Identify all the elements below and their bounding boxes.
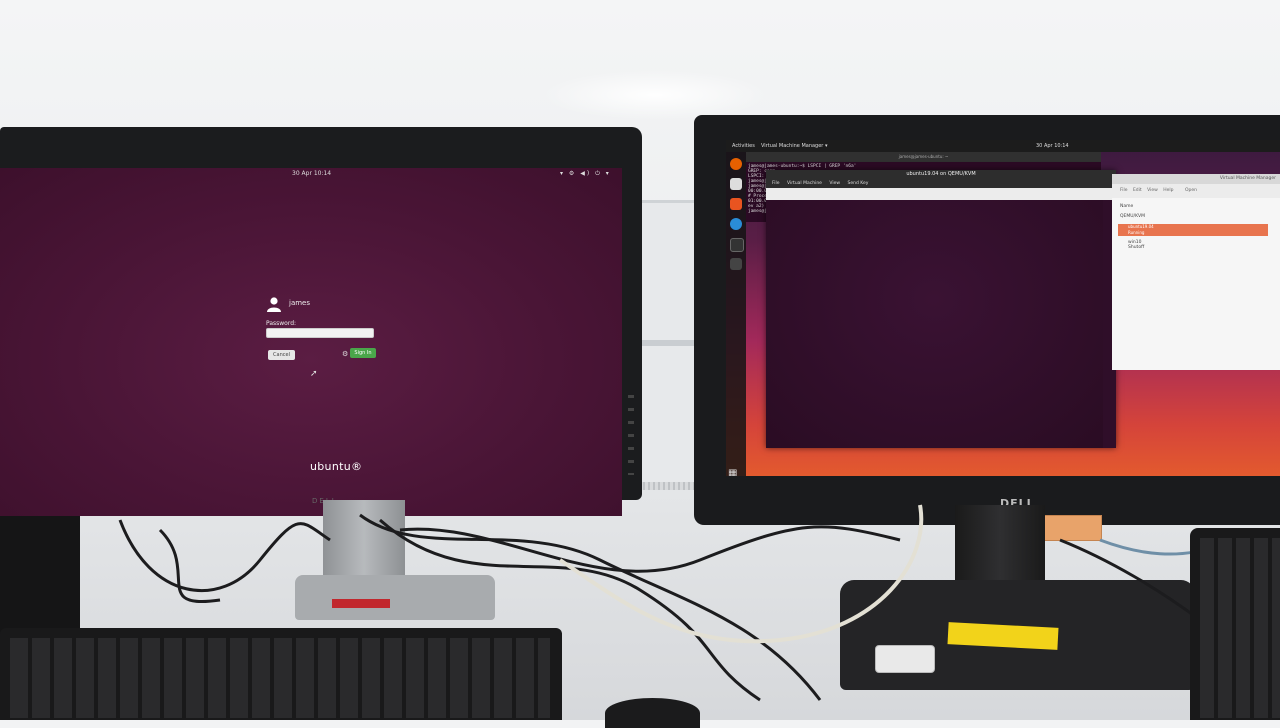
vm-toolbar[interactable]	[766, 188, 1116, 200]
manager-menu-view[interactable]: View	[1147, 188, 1158, 193]
help-icon[interactable]	[730, 218, 742, 230]
left-monitor-buttons[interactable]	[628, 395, 634, 475]
vm-menu-send-key[interactable]: Send Key	[848, 181, 869, 186]
pc-tower	[0, 500, 80, 640]
column-name-header[interactable]: Name	[1120, 204, 1133, 209]
manager-menu-help[interactable]: Help	[1163, 188, 1173, 193]
vm-menubar: File Virtual Machine View Send Key	[766, 179, 1116, 188]
left-keyboard[interactable]	[0, 628, 562, 720]
keyboard-keys[interactable]	[1200, 538, 1280, 718]
activities-button[interactable]: Activities	[732, 140, 755, 152]
user-icon	[267, 297, 281, 312]
show-apps-icon[interactable]: ▦	[728, 468, 737, 476]
right-keyboard[interactable]	[1190, 528, 1280, 720]
manager-menu-edit[interactable]: Edit	[1133, 188, 1142, 193]
files-icon[interactable]	[730, 178, 742, 190]
system-tray[interactable]: ▾ ⚙ ◀) ⏻ ▾	[560, 168, 611, 180]
mouse-cursor-icon: ➚	[310, 369, 318, 379]
red-sticker	[332, 599, 390, 608]
right-clock[interactable]: 30 Apr 10:14	[1036, 140, 1069, 152]
terminal-icon[interactable]	[730, 238, 744, 252]
vm-display[interactable]	[766, 200, 1103, 448]
session-gear-icon[interactable]: ⚙	[342, 350, 348, 358]
mouse[interactable]	[605, 698, 700, 728]
login-username: james	[289, 299, 311, 307]
vm-menu-file[interactable]: File	[772, 181, 780, 186]
password-label: Password:	[266, 320, 297, 327]
dock: ▦	[726, 152, 746, 476]
ubuntu-logo: ubuntu®	[310, 460, 363, 473]
virt-manager-window[interactable]: Virtual Machine Manager File Edit View H…	[1112, 174, 1280, 370]
keyboard-keys[interactable]	[10, 638, 550, 718]
vm-manager-icon[interactable]	[730, 258, 742, 270]
left-monitor-base	[295, 575, 495, 620]
left-clock[interactable]: 30 Apr 10:14	[292, 168, 331, 180]
terminal-title: james@james-ubuntu: ~	[746, 152, 1101, 162]
gnome-top-bar: Activities Virtual Machine Manager ▾ 30 …	[726, 140, 1280, 152]
cancel-button[interactable]: Cancel	[268, 350, 295, 360]
vm-menu-view[interactable]: View	[829, 181, 840, 186]
software-icon[interactable]	[730, 198, 742, 210]
vm-status: Running	[1128, 230, 1145, 235]
dvi-connector	[875, 645, 935, 673]
manager-menu-file[interactable]: File	[1120, 188, 1128, 193]
manager-title: Virtual Machine Manager	[1112, 174, 1280, 184]
manager-toolbar: File Edit View Help Open	[1112, 184, 1280, 198]
sign-in-button[interactable]: Sign In	[350, 348, 376, 358]
vm-window-title: ubuntu19.04 on QEMU/KVM	[766, 170, 1116, 179]
left-top-bar: 30 Apr 10:14 ▾ ⚙ ◀) ⏻ ▾	[0, 168, 622, 180]
vm-menu-virtual-machine[interactable]: Virtual Machine	[787, 181, 822, 186]
asset-tag-sticker	[1035, 515, 1102, 541]
firefox-icon[interactable]	[730, 158, 742, 170]
vm-viewer-window[interactable]: ubuntu19.04 on QEMU/KVM File Virtual Mac…	[766, 170, 1116, 448]
app-menu[interactable]: Virtual Machine Manager ▾	[761, 140, 827, 152]
vm-row-selected[interactable]: ubuntu19.04 Running	[1118, 224, 1268, 236]
right-screen: Activities Virtual Machine Manager ▾ 30 …	[726, 140, 1280, 476]
vm-status: Shutoff	[1128, 245, 1145, 250]
connection-group[interactable]: QEMU/KVM	[1120, 214, 1145, 219]
left-screen: 30 Apr 10:14 ▾ ⚙ ◀) ⏻ ▾	[0, 20, 622, 516]
password-field[interactable]	[266, 328, 374, 338]
vm-row[interactable]: win10 Shutoff	[1128, 240, 1144, 250]
open-button[interactable]: Open	[1185, 188, 1197, 193]
